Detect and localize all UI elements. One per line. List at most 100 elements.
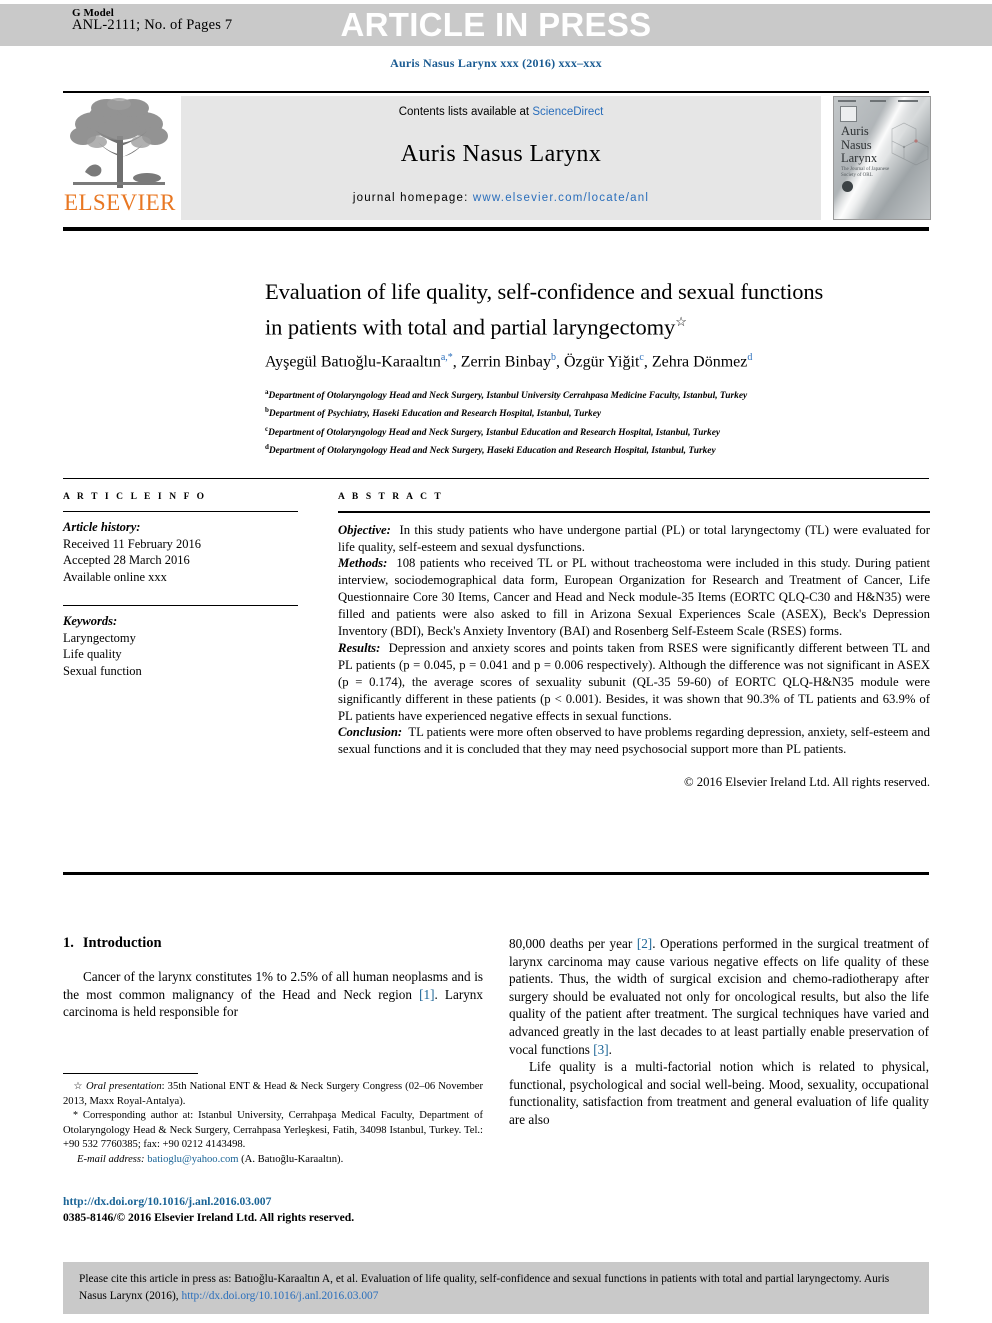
masthead-top-rule: [63, 91, 929, 93]
section-number: 1.: [63, 935, 74, 951]
author-4: Zehra Dönmez: [651, 353, 748, 371]
author-1: Ayşegül Batıoğlu-Karaaltın: [265, 353, 441, 371]
abstract-results: Results: Depression and anxiety scores a…: [338, 640, 930, 725]
intro-paragraph-1: Cancer of the larynx constitutes 1% to 2…: [63, 968, 483, 1021]
author-3: Özgür Yiğit: [563, 353, 640, 371]
citation-ref-1[interactable]: [1]: [419, 987, 434, 1002]
journal-running-head: Auris Nasus Larynx xxx (2016) xxx–xxx: [390, 56, 602, 70]
article-history-block: Article history: Received 11 February 20…: [63, 519, 298, 585]
citation-ref-2[interactable]: [2]: [637, 936, 652, 951]
issn-copyright-line: 0385-8146/© 2016 Elsevier Ireland Ltd. A…: [63, 1211, 355, 1224]
section-title: Introduction: [82, 935, 162, 951]
elsevier-logo: ELSEVIER: [63, 96, 175, 220]
sciencedirect-link[interactable]: ScienceDirect: [532, 106, 603, 118]
elsevier-tree-icon: [70, 98, 168, 188]
title-footnote-marker[interactable]: ☆: [675, 314, 687, 329]
abstract-results-label: Results:: [338, 640, 381, 655]
abstract-methods-label: Methods:: [338, 556, 388, 571]
author-list: Ayşegül Batıoğlu-Karaaltına,*, Zerrin Bi…: [265, 352, 753, 371]
intro-p2-text-c: .: [608, 1041, 612, 1057]
title-line-2: in patients with total and partial laryn…: [265, 314, 676, 340]
affiliation-list: aDepartment of Otolaryngology Head and N…: [265, 385, 945, 458]
intro-p3-text: Life quality is a multi-factorial notion…: [509, 1059, 929, 1127]
doi-and-issn-block: http://dx.doi.org/10.1016/j.anl.2016.03.…: [63, 1194, 483, 1226]
journal-homepage-line: journal homepage: www.elsevier.com/locat…: [181, 192, 821, 204]
email-link[interactable]: batioglu@yahoo.com: [147, 1154, 238, 1165]
keywords-block: Keywords: Laryngectomy Life quality Sexu…: [63, 613, 298, 679]
keyword-item: Sexual function: [63, 663, 142, 678]
history-accepted: Accepted 28 March 2016: [63, 553, 190, 568]
affiliation-text: Department of Otolaryngology Head and Ne…: [268, 427, 721, 438]
author-2: Zerrin Binbay: [460, 353, 551, 371]
abstract-results-text: Depression and anxiety scores and points…: [338, 640, 931, 723]
affiliation-item: bDepartment of Psychiatry, Haseki Educat…: [265, 403, 945, 421]
homepage-link[interactable]: www.elsevier.com/locate/anl: [473, 192, 649, 204]
abstract-objective: Objective: In this study patients who ha…: [338, 522, 930, 556]
author-4-affil-marker[interactable]: d: [747, 352, 752, 363]
article-info-rule: [63, 511, 298, 513]
affiliation-item: dDepartment of Otolaryngology Head and N…: [265, 440, 945, 458]
elsevier-wordmark: ELSEVIER: [64, 190, 176, 215]
abstract-methods: Methods: 108 patients who received TL or…: [338, 555, 930, 640]
journal-title: Auris Nasus Larynx: [400, 141, 602, 167]
citation-ref-3[interactable]: [3]: [593, 1042, 608, 1057]
affiliation-text: Department of Otolaryngology Head and Ne…: [268, 391, 748, 402]
intro-p2-text-a: 80,000 deaths per year: [509, 936, 637, 951]
keyword-item: Laryngectomy: [63, 630, 136, 645]
masthead-center-panel: Contents lists available at ScienceDirec…: [181, 96, 821, 220]
intro-p2-text-b: . Operations performed in the surgical t…: [509, 936, 929, 1057]
history-received: Received 11 February 2016: [63, 536, 202, 551]
body-column-right: 80,000 deaths per year [2]. Operations p…: [509, 935, 929, 1129]
intro-paragraph-3: Life quality is a multi-factorial notion…: [509, 1058, 929, 1128]
section-heading-introduction: 1. Introduction: [63, 935, 483, 952]
footnote-asterisk-marker: *: [73, 1110, 78, 1122]
footnote-separator-rule: [63, 1073, 198, 1074]
abstract-conclusion-text: TL patients were more often observed to …: [338, 725, 930, 757]
cover-publisher-badge: [840, 106, 857, 122]
homepage-label: journal homepage:: [352, 192, 473, 204]
article-in-press-label: ARTICLE IN PRESS: [340, 6, 652, 43]
abstract-column: A B S T R A C T Objective: In this study…: [338, 492, 930, 791]
journal-cover-thumbnail: Auris Nasus Larynx The Journal of Japane…: [833, 96, 931, 220]
masthead-bottom-rule: [63, 227, 929, 231]
cite-doi-link[interactable]: http://dx.doi.org/10.1016/j.anl.2016.03.…: [182, 1290, 379, 1302]
email-label: E-mail address:: [77, 1153, 145, 1165]
article-info-heading: A R T I C L E I N F O: [63, 492, 207, 502]
cover-journal-title: Auris Nasus Larynx: [841, 124, 877, 166]
doi-link[interactable]: http://dx.doi.org/10.1016/j.anl.2016.03.…: [63, 1194, 483, 1210]
abstract-copyright: © 2016 Elsevier Ireland Ltd. All rights …: [683, 775, 930, 790]
page-title: Evaluation of life quality, self-confide…: [265, 277, 945, 343]
footnote-block: ☆ Oral presentation: 35th National ENT &…: [63, 1080, 483, 1168]
abstract-body: Objective: In this study patients who ha…: [338, 522, 930, 792]
article-info-column: A R T I C L E I N F O Article history: R…: [63, 492, 298, 679]
abstract-conclusion: Conclusion: TL patients were more often …: [338, 724, 930, 758]
abstract-rule: [338, 511, 930, 513]
affiliation-item: aDepartment of Otolaryngology Head and N…: [265, 385, 945, 403]
history-online: Available online xxx: [63, 569, 167, 584]
footnote-oral-label: Oral presentation: [85, 1081, 162, 1092]
affiliation-text: Department of Otolaryngology Head and Ne…: [268, 446, 716, 457]
footnote-corresponding-author: * Corresponding author at: Istanbul Univ…: [63, 1109, 483, 1153]
contents-prefix: Contents lists available at: [398, 106, 533, 118]
abstract-objective-label: Objective:: [338, 522, 391, 537]
abstract-section-top-rule: [63, 478, 929, 479]
author-1-affil-marker[interactable]: a,*: [441, 352, 453, 363]
affiliation-item: cDepartment of Otolaryngology Head and N…: [265, 422, 945, 440]
cite-this-article-text: Please cite this article in press as: Ba…: [79, 1271, 915, 1304]
article-history-label: Article history:: [63, 520, 141, 535]
keywords-label: Keywords:: [63, 614, 118, 629]
contents-available-line: Contents lists available at ScienceDirec…: [181, 106, 821, 118]
email-owner: (A. Batıoğlu-Karaaltın).: [241, 1153, 344, 1165]
abstract-conclusion-label: Conclusion:: [338, 725, 403, 740]
keyword-item: Life quality: [63, 647, 122, 662]
cover-top-rules: [838, 100, 926, 105]
affiliation-text: Department of Psychiatry, Haseki Educati…: [268, 409, 602, 420]
cover-molecule-graphic: [891, 122, 929, 166]
footnote-star-marker: ☆: [73, 1081, 83, 1092]
footnote-oral-presentation: ☆ Oral presentation: 35th National ENT &…: [63, 1080, 483, 1109]
abstract-methods-text: 108 patients who received TL or PL witho…: [338, 556, 931, 639]
cover-title-line2: Nasus: [841, 137, 872, 152]
journal-masthead: ELSEVIER Contents lists available at Sci…: [63, 94, 931, 222]
abstract-section-bottom-rule: [63, 872, 929, 875]
